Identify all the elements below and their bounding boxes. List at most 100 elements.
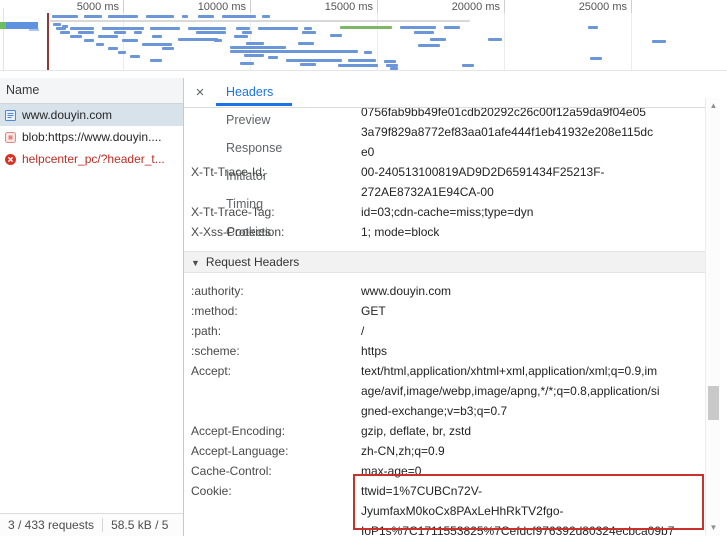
details-tab-bar: × HeadersPreviewResponseInitiatorTimingC… bbox=[184, 78, 720, 108]
header-row: 0756fab9bb49fe01cdb20292c26c00f12a59da9f… bbox=[184, 108, 705, 162]
chevron-down-icon: ▼ bbox=[191, 258, 200, 268]
network-summary-bar: 3 / 433 requests 58.5 kB / 5 bbox=[0, 513, 183, 536]
waterfall-bar bbox=[230, 46, 286, 49]
header-value: https bbox=[361, 341, 387, 361]
scroll-down-arrow-icon[interactable]: ▼ bbox=[706, 522, 721, 534]
header-value: GET bbox=[361, 301, 386, 321]
waterfall-bar bbox=[130, 55, 140, 58]
waterfall-bar bbox=[108, 47, 118, 50]
header-value-line: age/avif,image/webp,image/apng,*/*;q=0.8… bbox=[361, 381, 660, 401]
request-row[interactable]: blob:https://www.douyin.... bbox=[0, 126, 183, 148]
header-row: Accept-Encoding:gzip, deflate, br, zstd bbox=[184, 421, 705, 441]
request-details-panel: × HeadersPreviewResponseInitiatorTimingC… bbox=[184, 78, 727, 536]
header-value-line: zh-CN,zh;q=0.9 bbox=[361, 441, 445, 461]
header-row: :path:/ bbox=[184, 321, 705, 341]
request-row[interactable]: helpcenter_pc/?header_t... bbox=[0, 148, 183, 170]
header-value: 0756fab9bb49fe01cdb20292c26c00f12a59da9f… bbox=[361, 108, 653, 162]
header-name: Accept-Encoding: bbox=[184, 421, 361, 441]
header-value-line: https bbox=[361, 341, 387, 361]
header-value-line: e0 bbox=[361, 142, 653, 162]
ruler-tick-label: 15000 ms bbox=[325, 1, 373, 13]
header-value-line: gzip, deflate, br, zstd bbox=[361, 421, 471, 441]
request-name-label: helpcenter_pc/?header_t... bbox=[22, 152, 165, 166]
waterfall-bar bbox=[78, 31, 94, 34]
header-value: max-age=0 bbox=[361, 461, 421, 481]
waterfall-bar bbox=[142, 43, 172, 46]
devtools-network-panel: 5000 ms10000 ms15000 ms20000 ms25000 ms3… bbox=[0, 0, 727, 536]
tab-headers[interactable]: Headers bbox=[216, 78, 292, 106]
request-row[interactable]: www.douyin.com bbox=[0, 104, 183, 126]
header-name: :path: bbox=[184, 321, 361, 341]
waterfall-bar bbox=[134, 31, 142, 34]
error-icon bbox=[4, 153, 17, 166]
header-value: id=03;cdn-cache=miss;type=dyn bbox=[361, 202, 533, 222]
waterfall-bar bbox=[242, 31, 252, 34]
header-value-line: 00-240513100819AD9D2D6591434F25213F- bbox=[361, 162, 605, 182]
name-column-header[interactable]: Name bbox=[0, 78, 183, 104]
waterfall-bar bbox=[338, 64, 378, 67]
waterfall-bar bbox=[304, 27, 312, 30]
header-name: Accept: bbox=[184, 361, 361, 421]
request-rows: www.douyin.comblob:https://www.douyin...… bbox=[0, 104, 183, 170]
header-value: zh-CN,zh;q=0.9 bbox=[361, 441, 445, 461]
waterfall-bar bbox=[268, 56, 278, 59]
waterfall-bar bbox=[230, 50, 358, 53]
waterfall-bar bbox=[152, 35, 162, 38]
details-tabs: HeadersPreviewResponseInitiatorTimingCoo… bbox=[216, 78, 292, 107]
waterfall-bar bbox=[262, 15, 270, 18]
waterfall-bar bbox=[214, 39, 222, 42]
waterfall-bar bbox=[178, 38, 218, 41]
waterfall-bar bbox=[302, 31, 316, 34]
header-value-line: gned-exchange;v=b3;q=0.7 bbox=[361, 401, 660, 421]
waterfall-bar bbox=[652, 40, 666, 43]
header-value-line: id=03;cdn-cache=miss;type=dyn bbox=[361, 202, 533, 222]
header-value-line: IoP1s%7C1711553825%7Cefdcf976392d80324ec… bbox=[361, 521, 674, 536]
waterfall-bar bbox=[70, 27, 94, 30]
header-value: www.douyin.com bbox=[361, 281, 451, 301]
waterfall-bar bbox=[98, 35, 118, 38]
waterfall-bar bbox=[114, 31, 126, 34]
waterfall-bar bbox=[300, 63, 316, 66]
document-icon bbox=[4, 109, 17, 122]
waterfall-bar bbox=[258, 27, 298, 30]
waterfall-bar bbox=[52, 15, 78, 18]
header-name: X-Tt-Trace-Id: bbox=[184, 162, 361, 202]
response-headers-list: X-Tt-Trace-Id:00-240513100819AD9D2D65914… bbox=[184, 162, 705, 242]
request-headers-section-header[interactable]: ▼ Request Headers bbox=[184, 251, 705, 273]
waterfall-bar bbox=[53, 23, 61, 26]
header-value: text/html,application/xhtml+xml,applicat… bbox=[361, 361, 660, 421]
waterfall-bar bbox=[246, 42, 264, 45]
header-row: X-Xss-Protection:1; mode=block bbox=[184, 222, 705, 242]
vertical-scrollbar[interactable]: ▲ ▼ bbox=[705, 98, 720, 536]
media-icon bbox=[4, 131, 17, 144]
header-row: :scheme:https bbox=[184, 341, 705, 361]
scrollbar-thumb[interactable] bbox=[708, 386, 719, 420]
header-name: Cookie: bbox=[184, 481, 361, 536]
waterfall-bar bbox=[84, 15, 102, 18]
waterfall-bar bbox=[84, 39, 94, 42]
header-value: / bbox=[361, 321, 364, 341]
waterfall-bar bbox=[150, 27, 180, 30]
waterfall-bar bbox=[182, 15, 188, 18]
ruler-gridline bbox=[504, 0, 505, 71]
scroll-up-arrow-icon[interactable]: ▲ bbox=[706, 100, 721, 112]
waterfall-bar bbox=[348, 59, 376, 62]
close-icon[interactable]: × bbox=[184, 78, 216, 107]
header-value-line: max-age=0 bbox=[361, 461, 421, 481]
header-name: Cache-Control: bbox=[184, 461, 361, 481]
waterfall-bar bbox=[96, 43, 104, 46]
waterfall-bar bbox=[102, 27, 144, 30]
header-value-line: 3a79f829a8772ef83aa01afe444f1eb41932e208… bbox=[361, 122, 653, 142]
header-value: 00-240513100819AD9D2D6591434F25213F-272A… bbox=[361, 162, 605, 202]
section-title: Request Headers bbox=[206, 255, 299, 269]
header-value: ttwid=1%7CUBCn72V-JyumfaxM0koCx8PAxLeHhR… bbox=[361, 481, 674, 536]
waterfall-bar bbox=[488, 38, 502, 41]
waterfall-bar bbox=[462, 64, 474, 67]
waterfall-bar bbox=[414, 31, 434, 34]
header-value-line: 272AE8732A1E94CA-00 bbox=[361, 182, 605, 202]
header-name: :authority: bbox=[184, 281, 361, 301]
network-overview-waterfall[interactable]: 5000 ms10000 ms15000 ms20000 ms25000 ms3… bbox=[0, 0, 727, 71]
header-row: X-Tt-Trace-Tag:id=03;cdn-cache=miss;type… bbox=[184, 202, 705, 222]
header-name: X-Xss-Protection: bbox=[184, 222, 361, 242]
waterfall-bar bbox=[364, 51, 372, 54]
